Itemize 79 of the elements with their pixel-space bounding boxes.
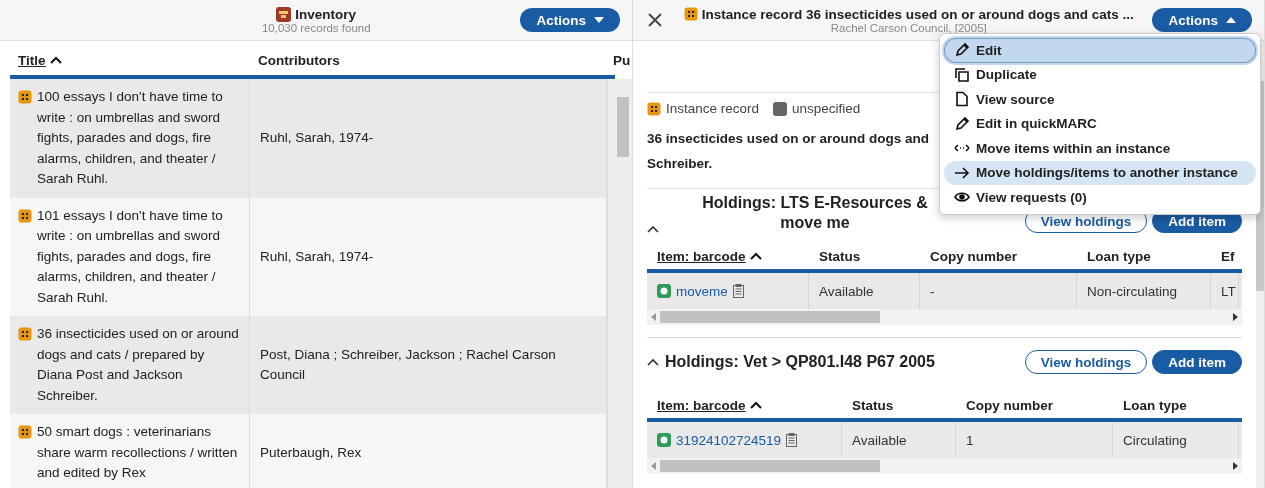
pane-subtitle: Rachel Carson Council, [2005] xyxy=(830,21,987,34)
title-cell-text: 100 essays I don't have time to write : on umbrellas and sword fights, parades and dogs, fire alarms, children, and theater / Sarah Ruhl. xyxy=(37,88,224,188)
contributors-cell-text: Puterbaugh, Rex xyxy=(260,443,362,462)
contributors-cell-text: Ruhl, Sarah, 1974- xyxy=(260,247,374,266)
record-count: 10,030 records found xyxy=(261,21,371,34)
instance-icon xyxy=(647,101,661,116)
sort-up-icon xyxy=(49,56,62,64)
barcode-link[interactable]: moveme xyxy=(676,283,728,299)
add-item-button[interactable]: Add item xyxy=(1152,350,1242,374)
scrollbar[interactable] xyxy=(607,79,632,488)
column-header[interactable]: Loan type xyxy=(1087,248,1151,264)
instance-icon xyxy=(18,425,32,439)
menu-item[interactable]: Duplicate xyxy=(944,62,1256,87)
record-tag: Instance record xyxy=(666,101,760,116)
menu-item[interactable]: View requests (0) xyxy=(944,185,1256,210)
record-tag: unspecified xyxy=(792,101,861,116)
inventory-icon xyxy=(276,6,292,22)
column-header[interactable]: Copy number xyxy=(966,397,1053,413)
view-holdings-button[interactable]: View holdings xyxy=(1024,350,1148,374)
column-header[interactable]: Pu xyxy=(613,52,631,68)
title-cell-text: 50 smart dogs : veterinarians share warm recollections / written and edited by Rex xyxy=(37,423,239,482)
menu-item[interactable]: Move holdings/items to another instance xyxy=(944,160,1256,185)
instance-icon xyxy=(18,327,32,341)
column-header[interactable]: Item: barcode xyxy=(657,248,746,264)
pane-title: Instance record 36 insecticides used on or around dogs and cats ... xyxy=(701,6,1134,22)
item-status-icon xyxy=(657,284,671,298)
clipboard-icon xyxy=(732,284,744,298)
column-header[interactable]: Status xyxy=(819,248,861,264)
table-cell: 1 xyxy=(966,432,974,448)
table-cell: Available xyxy=(819,283,874,299)
item-status-icon xyxy=(657,433,671,447)
holdings-heading: Holdings: LTS E-Resources & xyxy=(702,193,928,213)
file-icon xyxy=(954,91,970,108)
instance-icon xyxy=(18,90,32,104)
record-title: 36 insecticides used on or around dogs and xyxy=(647,130,931,148)
scroll-left-icon[interactable] xyxy=(651,313,656,321)
sort-up-icon xyxy=(749,252,762,260)
column-header[interactable]: Copy number xyxy=(930,248,1017,264)
contributors-cell-text: Ruhl, Sarah, 1974- xyxy=(260,129,374,147)
column-header[interactable]: Contributors xyxy=(258,52,340,68)
instance-icon xyxy=(683,7,698,21)
table-cell: Non-circulating xyxy=(1087,283,1178,299)
menu-item[interactable]: Edit in quickMARC xyxy=(944,111,1256,136)
scrollbar[interactable] xyxy=(1256,41,1264,488)
sort-up-icon xyxy=(749,401,762,409)
title-cell-text: 101 essays I don't have time to write : on umbrellas and sword fights, parades and dogs, fire alarms, children, and theater / Sarah Ruhl. xyxy=(37,206,224,307)
menu-item[interactable]: Move items within an instance xyxy=(944,136,1256,161)
scroll-right-icon[interactable] xyxy=(1233,313,1238,321)
collapse-icon[interactable] xyxy=(647,358,659,366)
actions-button[interactable]: Actions xyxy=(1152,8,1252,32)
holdings-heading: move me xyxy=(780,213,850,233)
copy-icon xyxy=(954,66,970,83)
contributors-cell-text: Post, Diana ; Schreiber, Jackson ; Rachel Carson Council xyxy=(260,345,557,384)
status-icon xyxy=(773,101,788,116)
table-cell: Circulating xyxy=(1123,432,1187,448)
pencil-icon xyxy=(954,42,970,59)
holdings-heading: Holdings: Vet > QP801.I48 P67 2005 xyxy=(665,353,935,370)
barcode-link[interactable]: 31924102724519 xyxy=(676,432,782,448)
column-header[interactable]: Title xyxy=(18,52,46,68)
collapse-icon[interactable] xyxy=(647,225,659,233)
instance-icon xyxy=(18,208,32,223)
title-cell-text: 36 insecticides used on or around dogs and cats / prepared by Diana Post and Jackson Schreiber. xyxy=(37,325,240,405)
table-cell: - xyxy=(930,283,935,299)
table-cell: LT xyxy=(1221,283,1236,299)
column-header[interactable]: Item: barcode xyxy=(657,397,746,413)
menu-item[interactable]: View source xyxy=(944,87,1256,112)
column-header[interactable]: Status xyxy=(852,397,894,413)
column-header[interactable]: Ef xyxy=(1221,248,1235,264)
pane-title: Inventory xyxy=(295,6,357,22)
scroll-left-icon[interactable] xyxy=(651,462,656,470)
record-title: Schreiber. xyxy=(647,155,714,173)
column-header[interactable]: Loan type xyxy=(1123,397,1187,413)
scroll-right-icon[interactable] xyxy=(1233,462,1238,470)
actions-button[interactable]: Actions xyxy=(520,8,620,32)
table-cell: Available xyxy=(852,432,907,448)
pencil-icon xyxy=(954,115,970,132)
arrow-right-icon xyxy=(954,164,970,181)
clipboard-icon xyxy=(786,433,798,447)
menu-item[interactable]: Edit xyxy=(944,38,1256,63)
